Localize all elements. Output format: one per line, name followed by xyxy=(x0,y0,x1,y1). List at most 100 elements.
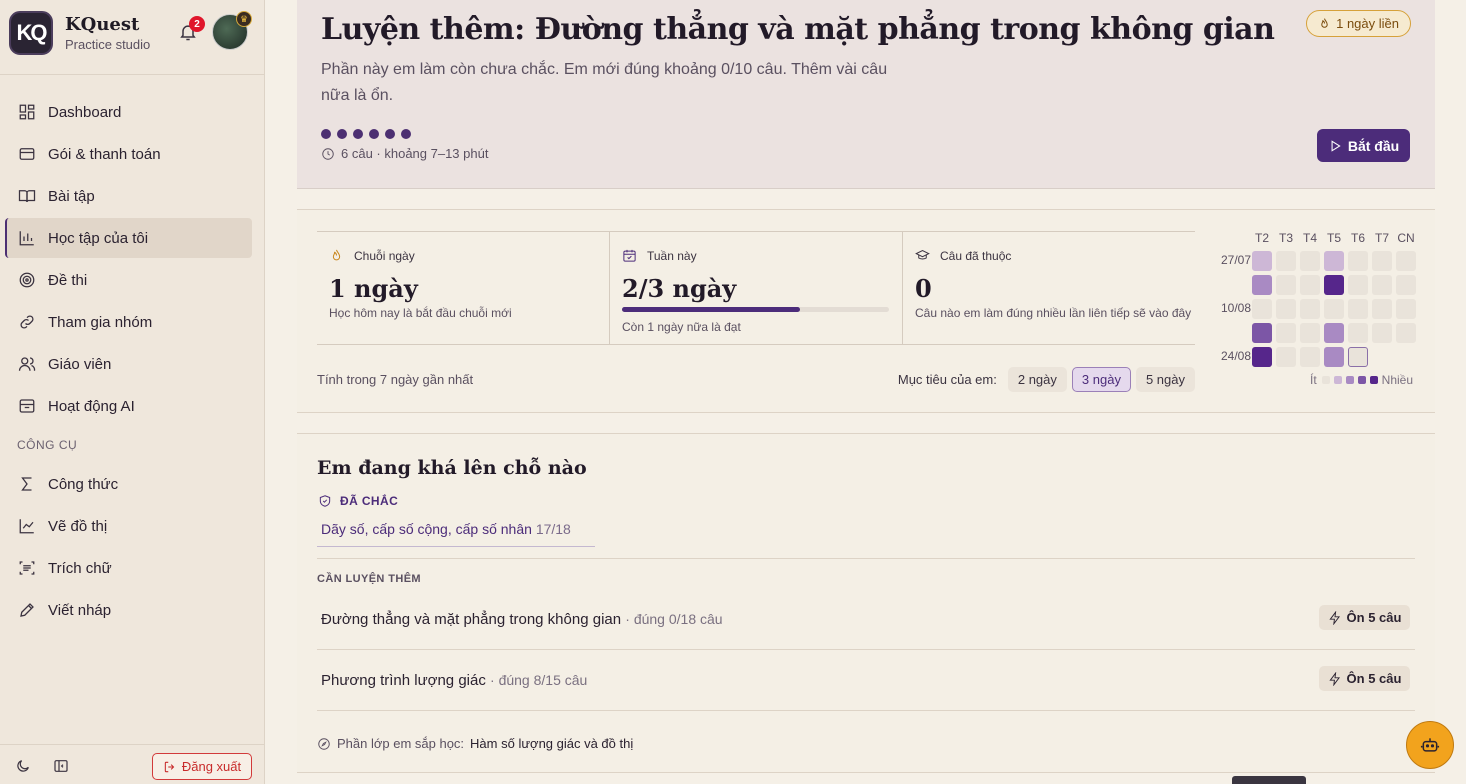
notification-badge: 2 xyxy=(189,16,205,32)
sidebar-item-join-group[interactable]: Tham gia nhóm xyxy=(5,302,252,342)
legend-less-label: Ít xyxy=(1310,373,1317,387)
heatmap-cell xyxy=(1252,323,1272,343)
sidebar-item-formulas[interactable]: Công thức xyxy=(5,464,252,504)
shield-check-icon xyxy=(319,495,331,507)
legend-swatch xyxy=(1369,376,1378,384)
moon-icon[interactable] xyxy=(15,758,31,774)
heatmap-cell xyxy=(1300,323,1320,343)
goal-option-2[interactable]: 2 ngày xyxy=(1007,367,1067,392)
week-hint: Còn 1 ngày nữa là đạt xyxy=(622,320,741,334)
heatmap-cell xyxy=(1324,251,1344,271)
hero-description: Phần này em làm còn chưa chắc. Em mới đú… xyxy=(321,61,888,104)
sidebar-item-ai-activity[interactable]: Hoạt động AI xyxy=(5,386,252,426)
heatmap-week-label: 27/07 xyxy=(1220,253,1251,267)
heatmap-week-label: 10/08 xyxy=(1220,301,1251,315)
heatmap-cell xyxy=(1372,299,1392,319)
heatmap-cell xyxy=(1276,251,1296,271)
mastered-card-header: Câu đã thuộc xyxy=(915,248,1011,263)
sidebar-item-my-learning[interactable]: Học tập của tôi xyxy=(5,218,252,258)
mastered-topic-name: Dãy số, cấp số cộng, cấp số nhân xyxy=(321,521,532,537)
practice-topic-score: · đúng 8/15 câu xyxy=(490,672,588,688)
sidebar-item-text-extract[interactable]: Trích chữ xyxy=(5,548,252,588)
heatmap-cell xyxy=(1348,299,1368,319)
pencil-icon xyxy=(20,603,34,617)
section-title: Em đang khá lên chỗ nào xyxy=(317,457,587,479)
heatmap-cell xyxy=(1276,347,1296,367)
sidebar: KQ KQuest Practice studio 2 ♛ Dashboard … xyxy=(0,0,265,784)
sidebar-item-billing[interactable]: Gói & thanh toán xyxy=(5,134,252,174)
mastered-card-label: Câu đã thuộc xyxy=(940,248,1012,263)
sidebar-item-draft[interactable]: Viết nháp xyxy=(5,590,252,630)
practice-heading: CẦN LUYỆN THÊM xyxy=(317,573,421,585)
goal-option-5[interactable]: 5 ngày xyxy=(1135,367,1195,392)
legend-more-label: Nhiều xyxy=(1381,373,1414,387)
heatmap-cell xyxy=(1324,347,1344,367)
streak-badge-label: 1 ngày liền xyxy=(1336,16,1399,31)
ai-assistant-button[interactable] xyxy=(1406,721,1454,769)
practice-hero: Luyện thêm: Đường thẳng và mặt phẳng tro… xyxy=(297,0,1435,189)
heatmap-cell xyxy=(1348,347,1368,367)
practice-topic: Đường thẳng và mặt phẳng trong không gia… xyxy=(321,611,723,628)
heatmap-day: T4 xyxy=(1302,231,1317,245)
brand[interactable]: KQ KQuest Practice studio xyxy=(9,11,150,55)
main-nav: Dashboard Gói & thanh toán Bài tập Học t… xyxy=(5,92,252,428)
sidebar-item-label: Viết nháp xyxy=(48,601,112,619)
sidebar-item-label: Đề thi xyxy=(48,271,88,289)
users-icon xyxy=(18,357,36,371)
streak-card-header: Chuỗi ngày xyxy=(329,248,415,263)
sidebar-item-label: Bài tập xyxy=(48,187,95,205)
question-dot xyxy=(337,129,347,139)
sidebar-item-exams[interactable]: Đề thi xyxy=(5,260,252,300)
brand-subtitle: Practice studio xyxy=(65,36,151,52)
heatmap-cell xyxy=(1276,323,1296,343)
chart-icon xyxy=(19,231,34,246)
heatmap-cell xyxy=(1372,251,1392,271)
heatmap-cell xyxy=(1396,275,1416,295)
next-topic-name[interactable]: Hàm số lượng giác và đồ thị xyxy=(470,736,633,751)
question-dot xyxy=(401,129,411,139)
practice-topic-name: Đường thẳng và mặt phẳng trong không gia… xyxy=(321,611,622,628)
sidebar-collapse-icon[interactable] xyxy=(53,758,69,774)
crown-icon: ♛ xyxy=(236,11,252,27)
sidebar-item-label: Vẽ đồ thị xyxy=(48,517,108,535)
dashboard-icon xyxy=(19,104,35,120)
heatmap-day: T6 xyxy=(1350,231,1365,245)
logout-button[interactable]: Đăng xuất xyxy=(152,753,252,780)
streak-badge: 1 ngày liền xyxy=(1306,10,1411,37)
robot-icon xyxy=(1420,738,1440,752)
mastered-heading-label: ĐÃ CHẮC xyxy=(340,494,399,508)
practice-topic-name: Phương trình lượng giác xyxy=(321,672,486,689)
sidebar-item-dashboard[interactable]: Dashboard xyxy=(5,92,252,132)
heatmap-legend: Ít Nhiều xyxy=(1310,373,1413,387)
mastered-topic[interactable]: Dãy số, cấp số cộng, cấp số nhân 17/18 xyxy=(317,521,595,547)
question-dot xyxy=(385,129,395,139)
sidebar-item-label: Tham gia nhóm xyxy=(48,313,153,331)
week-card-header: Tuần này xyxy=(622,248,697,263)
sidebar-item-label: Hoạt động AI xyxy=(48,397,135,415)
heatmap-cell xyxy=(1372,323,1392,343)
legend-swatch xyxy=(1357,376,1366,384)
sidebar-item-teachers[interactable]: Giáo viên xyxy=(5,344,252,384)
review-button[interactable]: Ôn 5 câu xyxy=(1319,605,1410,630)
heatmap-cell xyxy=(1300,275,1320,295)
link-icon xyxy=(20,315,34,329)
sidebar-item-label: Trích chữ xyxy=(48,559,112,577)
practice-row: Đường thẳng và mặt phẳng trong không gia… xyxy=(317,589,1415,650)
streak-card-label: Chuỗi ngày xyxy=(354,248,415,263)
start-button[interactable]: Bắt đầu xyxy=(1317,129,1410,162)
goal-option-3[interactable]: 3 ngày xyxy=(1071,367,1131,392)
logout-icon xyxy=(164,761,175,772)
review-button-label: Ôn 5 câu xyxy=(1346,610,1402,625)
question-dots xyxy=(321,129,417,139)
review-button[interactable]: Ôn 5 câu xyxy=(1319,666,1410,691)
heatmap-cell xyxy=(1300,251,1320,271)
line-chart-icon xyxy=(19,519,34,534)
sidebar-item-label: Giáo viên xyxy=(48,355,112,373)
heatmap-day: T2 xyxy=(1254,231,1269,245)
next-topic-label: Phần lớp em sắp học: xyxy=(337,736,465,751)
heatmap-cell xyxy=(1324,275,1344,295)
sidebar-item-graphing[interactable]: Vẽ đồ thị xyxy=(5,506,252,546)
sidebar-item-label: Công thức xyxy=(48,475,119,493)
sidebar-item-exercises[interactable]: Bài tập xyxy=(5,176,252,216)
heatmap-cell xyxy=(1396,251,1416,271)
